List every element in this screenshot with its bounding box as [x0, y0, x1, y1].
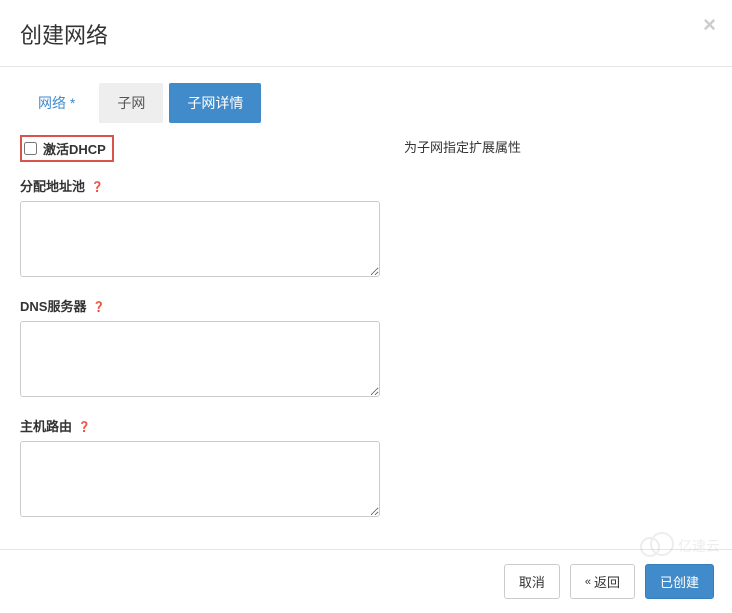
dns-servers-label-text: DNS服务器	[20, 299, 86, 314]
form-column: 激活DHCP 分配地址池 ❓ DNS服务器 ❓	[20, 135, 380, 536]
host-routes-textarea[interactable]	[20, 441, 380, 517]
chevron-left-icon: «	[585, 576, 590, 588]
enable-dhcp-checkbox[interactable]	[24, 142, 37, 155]
allocation-pools-textarea[interactable]	[20, 201, 380, 277]
create-network-modal: × 创建网络 网络 子网 子网详情 激活DHCP 分配地址池 ❓	[0, 0, 732, 613]
content-row: 激活DHCP 分配地址池 ❓ DNS服务器 ❓	[20, 135, 712, 536]
allocation-pools-label: 分配地址池 ❓	[20, 176, 380, 195]
close-icon[interactable]: ×	[703, 14, 716, 36]
host-routes-group: 主机路由 ❓	[20, 416, 380, 520]
help-icon[interactable]: ❓	[92, 301, 106, 315]
help-text: 为子网指定扩展属性	[404, 137, 712, 156]
dns-servers-group: DNS服务器 ❓	[20, 296, 380, 400]
modal-title: 创建网络	[20, 18, 712, 50]
help-icon[interactable]: ❓	[78, 421, 92, 435]
help-column: 为子网指定扩展属性	[404, 135, 712, 536]
modal-footer: 取消 « 返回 已创建	[0, 549, 732, 613]
allocation-pools-group: 分配地址池 ❓	[20, 176, 380, 280]
tab-network[interactable]: 网络	[20, 83, 93, 123]
back-button-label: 返回	[594, 572, 620, 591]
enable-dhcp-highlight: 激活DHCP	[20, 135, 114, 162]
tab-subnet[interactable]: 子网	[99, 83, 163, 123]
cancel-button[interactable]: 取消	[504, 564, 560, 599]
modal-header: 创建网络	[0, 0, 732, 67]
tab-bar: 网络 子网 子网详情	[20, 83, 712, 123]
host-routes-label-text: 主机路由	[20, 419, 72, 434]
host-routes-label: 主机路由 ❓	[20, 416, 380, 435]
allocation-pools-label-text: 分配地址池	[20, 179, 85, 194]
dns-servers-label: DNS服务器 ❓	[20, 296, 380, 315]
help-icon[interactable]: ❓	[91, 181, 105, 195]
submit-button[interactable]: 已创建	[645, 564, 714, 599]
dns-servers-textarea[interactable]	[20, 321, 380, 397]
back-button[interactable]: « 返回	[570, 564, 635, 599]
tab-subnet-details[interactable]: 子网详情	[169, 83, 261, 123]
enable-dhcp-label[interactable]: 激活DHCP	[43, 139, 106, 158]
modal-body: 网络 子网 子网详情 激活DHCP 分配地址池 ❓	[0, 67, 732, 556]
